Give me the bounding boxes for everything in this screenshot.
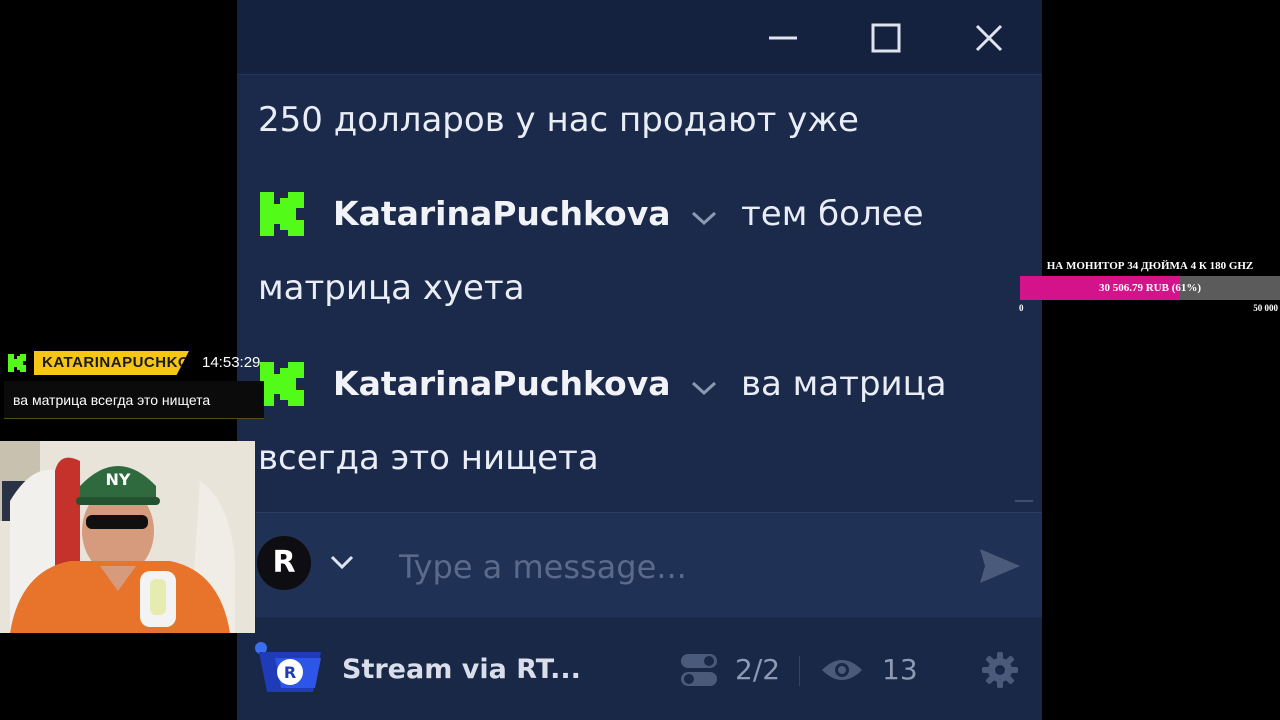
gear-icon[interactable]	[980, 650, 1020, 690]
toggle-channels-icon[interactable]	[679, 650, 719, 690]
close-icon[interactable]	[965, 14, 1013, 62]
chat-message-text: ва матрица	[741, 364, 947, 404]
chat-messages: 250 долларов у нас продают уже KatarinaP…	[237, 76, 1042, 508]
webcam-image: NY	[0, 441, 255, 633]
chevron-down-icon[interactable]	[329, 553, 355, 571]
goal-title: НА МОНИТОР 34 ДЮЙМА 4 К 180 GHZ	[1046, 260, 1254, 272]
goal-amount: 30 506.79 RUB (61%)	[1098, 282, 1202, 294]
goal-max-label: 50 000	[1253, 303, 1278, 313]
maximize-icon[interactable]	[862, 14, 910, 62]
scrollbar[interactable]	[1015, 500, 1033, 502]
chat-message-text: тем более	[741, 194, 924, 234]
goal-min-label: 0	[1019, 303, 1024, 313]
viewer-count: 13	[882, 653, 918, 686]
minimize-icon[interactable]	[759, 14, 807, 62]
chat-message-text: матрица хуета	[258, 268, 525, 308]
kick-badge-icon	[6, 352, 28, 374]
overlay-timestamp: 14:53:29	[202, 354, 261, 371]
svg-text:R: R	[284, 663, 296, 682]
webcam-feed: NY	[0, 441, 255, 633]
overlay-message: ва матрица всегда это нищета	[4, 381, 264, 419]
chevron-down-icon[interactable]	[689, 208, 719, 228]
user-avatar[interactable]: R	[257, 536, 311, 590]
eye-icon	[822, 660, 862, 680]
svg-text:NY: NY	[106, 470, 131, 489]
platforms-count: 2/2	[735, 653, 781, 686]
title-bar	[237, 0, 1042, 75]
chat-message-text: 250 долларов у нас продают уже	[258, 100, 859, 140]
chat-username[interactable]: KatarinaPuchkova	[333, 364, 670, 404]
chat-window: 250 долларов у нас продают уже KatarinaP…	[237, 0, 1042, 720]
chevron-down-icon[interactable]	[689, 378, 719, 398]
chat-message-text: всегда это нищета	[258, 438, 599, 478]
send-icon[interactable]	[977, 546, 1023, 586]
kick-badge-icon	[260, 192, 304, 236]
kick-badge-icon	[260, 362, 304, 406]
stream-name[interactable]: Stream via RT...	[342, 650, 581, 690]
chat-username[interactable]: KatarinaPuchkova	[333, 194, 670, 234]
message-input[interactable]	[397, 538, 961, 596]
overlay-username: KATARINAPUCHKOVA	[34, 351, 189, 375]
divider	[799, 656, 800, 686]
goal-progress-bar: 30 506.79 RUB (61%)	[1020, 276, 1280, 300]
restream-logo-icon: R	[255, 642, 321, 692]
